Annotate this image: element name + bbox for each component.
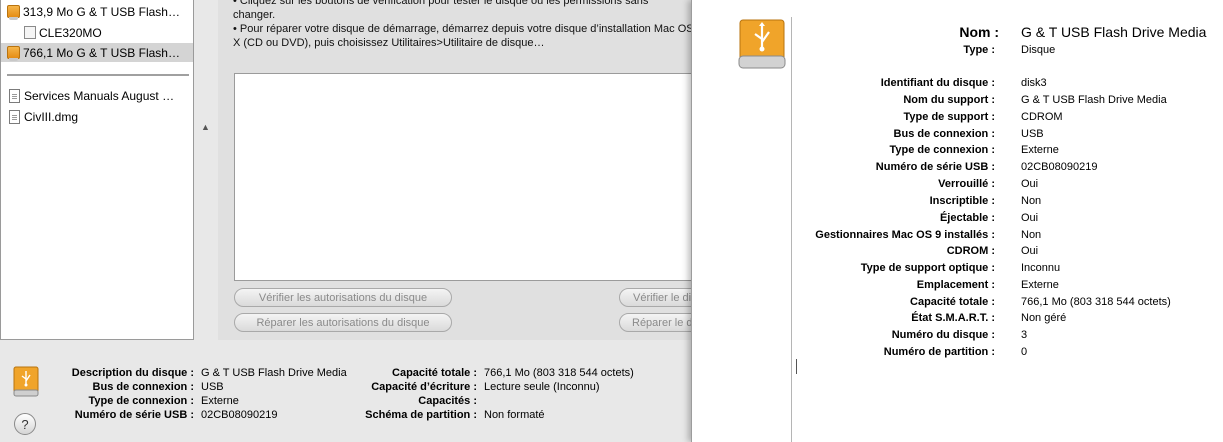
serial-row: Numéro de série USB : — [0, 408, 194, 422]
info-key: État S.M.A.R.T. : — [911, 312, 995, 324]
sidebar-item-label: CLE320MO — [39, 25, 102, 40]
info-value: Externe — [1021, 279, 1059, 291]
info-value: Non géré — [1021, 312, 1067, 324]
info-value: Oui — [1021, 245, 1039, 257]
info-key: Numéro de série USB : — [875, 161, 995, 173]
disk-image-icon — [9, 109, 20, 124]
info-value: CDROM — [1021, 111, 1063, 123]
sidebar-item-label: Services Manuals August … — [24, 88, 175, 103]
instruction-line: • Pour réparer votre disque de démarrage… — [233, 23, 694, 35]
sidebar-divider — [7, 74, 189, 76]
instruction-line: changer. — [233, 9, 276, 21]
info-value: Disque — [1021, 44, 1056, 56]
sidebar-item-766mo-usb-drive[interactable]: 766,1 Mo G & T USB Flash… — [1, 43, 193, 62]
volume-icon — [24, 26, 36, 39]
info-value: disk3 — [1021, 77, 1047, 89]
info-key: CDROM : — [946, 245, 995, 257]
info-value: Non — [1021, 229, 1042, 241]
sidebar-item-civiii-dmg[interactable]: CivIII.dmg — [1, 107, 193, 126]
capabilities-label: Capacités : — [418, 395, 477, 407]
info-key: Nom du support : — [903, 94, 995, 106]
repair-permissions-button[interactable]: Réparer les autorisations du disque — [234, 313, 452, 332]
info-value: 3 — [1021, 329, 1028, 341]
info-value: Non — [1021, 195, 1042, 207]
verify-permissions-button[interactable]: Vérifier les autorisations du disque — [234, 288, 452, 307]
capacity-row: Capacité totale : — [300, 366, 477, 380]
info-value: Externe — [1021, 144, 1059, 156]
capabilities-row: Capacités : — [300, 394, 477, 408]
info-value: 766,1 Mo (803 318 544 octets) — [1021, 296, 1171, 308]
connection-value: Externe — [201, 395, 239, 407]
splitter-grip-icon[interactable]: ▲ — [201, 122, 210, 132]
info-key: Gestionnaires Mac OS 9 installés : — [815, 229, 995, 241]
info-key: Bus de connexion : — [893, 128, 995, 140]
info-value: 02CB08090219 — [1021, 161, 1098, 173]
sidebar-item-label: 313,9 Mo G & T USB Flash… — [23, 4, 180, 19]
serial-value: 02CB08090219 — [201, 409, 278, 421]
first-aid-log[interactable] — [234, 73, 692, 281]
usb-drive-icon — [7, 46, 20, 61]
description-label: Description du disque : — [71, 367, 194, 379]
info-key: Nom : — [959, 24, 999, 40]
capacity-value: 766,1 Mo (803 318 544 octets) — [484, 367, 634, 379]
usb-drive-icon — [7, 5, 20, 20]
disk-info-window: Nom : G & T USB Flash Drive Media Type :… — [691, 0, 1223, 442]
connection-row: Type de connexion : — [0, 394, 194, 408]
bus-value: USB — [201, 381, 224, 393]
info-value: Oui — [1021, 212, 1039, 224]
info-key: Numéro du disque : — [891, 329, 995, 341]
info-key: Type : — [963, 44, 995, 56]
instruction-line: X (CD ou DVD), puis choisissez Utilitair… — [233, 37, 545, 49]
info-key: Identifiant du disque : — [880, 77, 995, 89]
info-key: Numéro de partition : — [883, 346, 995, 358]
info-key: Type de connexion : — [889, 144, 995, 156]
instruction-line: • Cliquez sur les boutons de vérificatio… — [233, 0, 649, 7]
first-aid-instructions: • Cliquez sur les boutons de vérificatio… — [233, 0, 703, 50]
info-key: Emplacement : — [916, 279, 995, 291]
info-value: 0 — [1021, 346, 1028, 358]
serial-label: Numéro de série USB : — [74, 409, 194, 421]
description-row: Description du disque : — [0, 366, 194, 380]
write-capacity-value: Lecture seule (Inconnu) — [484, 381, 600, 393]
partition-scheme-row: Schéma de partition : — [300, 408, 477, 422]
info-value: Oui — [1021, 178, 1039, 190]
info-value: G & T USB Flash Drive Media — [1021, 24, 1207, 40]
info-divider — [791, 17, 792, 442]
sidebar-item-label: 766,1 Mo G & T USB Flash… — [23, 45, 180, 60]
sidebar-item-313mo-usb-drive[interactable]: 313,9 Mo G & T USB Flash… — [1, 2, 193, 21]
connection-label: Type de connexion : — [88, 395, 194, 407]
usb-drive-icon — [738, 19, 786, 69]
partition-scheme-label: Schéma de partition : — [365, 409, 477, 421]
partition-scheme-value: Non formaté — [484, 409, 545, 421]
info-value: Inconnu — [1021, 262, 1061, 274]
write-capacity-label: Capacité d’écriture : — [371, 381, 477, 393]
info-key: Capacité totale : — [910, 296, 995, 308]
sidebar-item-services-manuals[interactable]: Services Manuals August … — [1, 86, 193, 105]
capacity-label: Capacité totale : — [392, 367, 477, 379]
info-key: Type de support optique : — [860, 262, 995, 274]
bus-label: Bus de connexion : — [92, 381, 194, 393]
info-value: USB — [1021, 128, 1044, 140]
disk-source-list[interactable]: 313,9 Mo G & T USB Flash… CLE320MO 766,1… — [0, 0, 194, 340]
info-key: Verrouillé : — [938, 178, 995, 190]
bus-row: Bus de connexion : — [0, 380, 194, 394]
sidebar-item-cle320mo-volume[interactable]: CLE320MO — [1, 23, 193, 42]
write-capacity-row: Capacité d’écriture : — [300, 380, 477, 394]
text-caret — [796, 359, 797, 374]
info-value: G & T USB Flash Drive Media — [1021, 94, 1167, 106]
sidebar-item-label: CivIII.dmg — [24, 109, 79, 124]
info-key: Éjectable : — [939, 212, 995, 224]
info-key: Inscriptible : — [929, 195, 995, 207]
document-icon — [9, 88, 20, 103]
info-key: Type de support : — [903, 111, 995, 123]
